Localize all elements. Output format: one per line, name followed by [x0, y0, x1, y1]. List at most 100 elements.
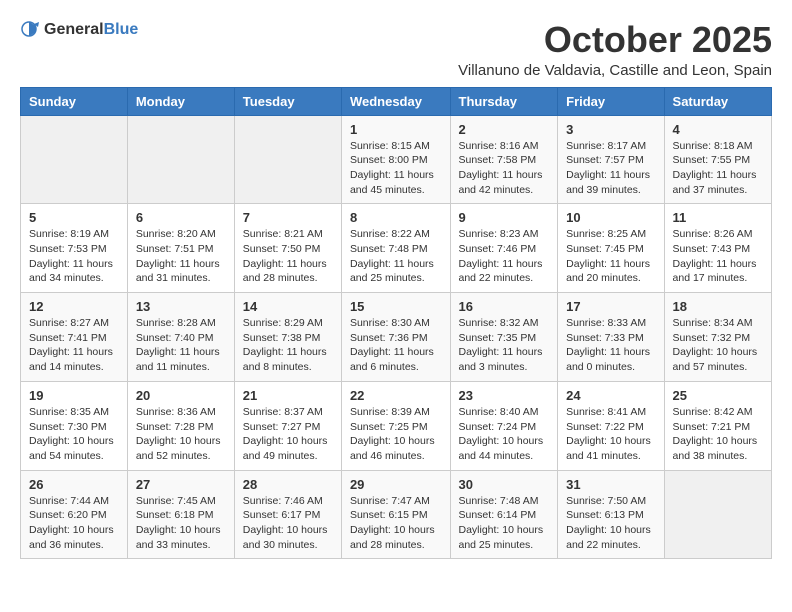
day-info: Sunrise: 7:44 AM Sunset: 6:20 PM Dayligh… — [29, 494, 119, 553]
day-number: 9 — [459, 210, 550, 225]
day-number: 4 — [673, 122, 763, 137]
table-row: 17 Sunrise: 8:33 AM Sunset: 7:33 PM Dayli… — [558, 293, 664, 382]
table-row: 26 Sunrise: 7:44 AM Sunset: 6:20 PM Dayli… — [21, 470, 128, 559]
table-row: 15 Sunrise: 8:30 AM Sunset: 7:36 PM Dayli… — [341, 293, 450, 382]
table-row: 7 Sunrise: 8:21 AM Sunset: 7:50 PM Daylig… — [234, 204, 341, 293]
day-info: Sunrise: 7:50 AM Sunset: 6:13 PM Dayligh… — [566, 494, 655, 553]
day-number: 31 — [566, 477, 655, 492]
table-row: 13Sunrise: 8:28 AM Sunset: 7:40 PM Dayli… — [127, 293, 234, 382]
table-row: 8 Sunrise: 8:22 AM Sunset: 7:48 PM Daylig… — [341, 204, 450, 293]
day-number: 3 — [566, 122, 655, 137]
day-number: 18 — [673, 299, 763, 314]
col-monday: Monday — [127, 87, 234, 115]
day-info: Sunrise: 8:26 AM Sunset: 7:43 PM Dayligh… — [673, 227, 763, 286]
day-number: 17 — [566, 299, 655, 314]
table-row: 28 Sunrise: 7:46 AM Sunset: 6:17 PM Dayli… — [234, 470, 341, 559]
table-row: 27 Sunrise: 7:45 AM Sunset: 6:18 PM Dayli… — [127, 470, 234, 559]
day-number: 26 — [29, 477, 119, 492]
calendar-week-row: 12 Sunrise: 8:27 AM Sunset: 7:41 PM Dayli… — [21, 293, 772, 382]
col-wednesday: Wednesday — [341, 87, 450, 115]
day-info: Sunrise: 8:18 AM Sunset: 7:55 PM Dayligh… — [673, 139, 763, 198]
day-number: 24 — [566, 388, 655, 403]
table-row: 9 Sunrise: 8:23 AM Sunset: 7:46 PM Daylig… — [450, 204, 558, 293]
day-info: Sunrise: 8:27 AM Sunset: 7:41 PM Dayligh… — [29, 316, 119, 375]
day-info: Sunrise: 8:41 AM Sunset: 7:22 PM Dayligh… — [566, 405, 655, 464]
table-row: 3 Sunrise: 8:17 AM Sunset: 7:57 PM Daylig… — [558, 115, 664, 204]
table-row: 4 Sunrise: 8:18 AM Sunset: 7:55 PM Daylig… — [664, 115, 771, 204]
day-info: Sunrise: 8:36 AM Sunset: 7:28 PM Dayligh… — [136, 405, 226, 464]
day-number: 2 — [459, 122, 550, 137]
calendar-week-row: 1Sunrise: 8:15 AM Sunset: 8:00 PM Daylig… — [21, 115, 772, 204]
col-saturday: Saturday — [664, 87, 771, 115]
day-info: Sunrise: 7:47 AM Sunset: 6:15 PM Dayligh… — [350, 494, 442, 553]
day-info: Sunrise: 8:23 AM Sunset: 7:46 PM Dayligh… — [459, 227, 550, 286]
table-row — [234, 115, 341, 204]
day-number: 16 — [459, 299, 550, 314]
logo-icon — [20, 20, 40, 40]
day-number: 19 — [29, 388, 119, 403]
day-info: Sunrise: 8:32 AM Sunset: 7:35 PM Dayligh… — [459, 316, 550, 375]
day-number: 12 — [29, 299, 119, 314]
day-info: Sunrise: 8:22 AM Sunset: 7:48 PM Dayligh… — [350, 227, 442, 286]
day-info: Sunrise: 8:16 AM Sunset: 7:58 PM Dayligh… — [459, 139, 550, 198]
table-row: 25 Sunrise: 8:42 AM Sunset: 7:21 PM Dayli… — [664, 381, 771, 470]
table-row: 10Sunrise: 8:25 AM Sunset: 7:45 PM Dayli… — [558, 204, 664, 293]
day-number: 29 — [350, 477, 442, 492]
day-number: 28 — [243, 477, 333, 492]
day-number: 21 — [243, 388, 333, 403]
day-info: Sunrise: 8:29 AM Sunset: 7:38 PM Dayligh… — [243, 316, 333, 375]
logo-blue: Blue — [104, 21, 139, 38]
day-number: 23 — [459, 388, 550, 403]
logo: GeneralBlue — [20, 20, 138, 40]
table-row: 16 Sunrise: 8:32 AM Sunset: 7:35 PM Dayli… — [450, 293, 558, 382]
header: GeneralBlue October 2025 Villanuno de Va… — [20, 20, 772, 79]
table-row: 29 Sunrise: 7:47 AM Sunset: 6:15 PM Dayli… — [341, 470, 450, 559]
table-row: 19Sunrise: 8:35 AM Sunset: 7:30 PM Dayli… — [21, 381, 128, 470]
table-row — [127, 115, 234, 204]
calendar-week-row: 5 Sunrise: 8:19 AM Sunset: 7:53 PM Daylig… — [21, 204, 772, 293]
day-info: Sunrise: 8:15 AM Sunset: 8:00 PM Dayligh… — [350, 139, 442, 198]
calendar: Sunday Monday Tuesday Wednesday Thursday… — [20, 87, 772, 560]
table-row: 30Sunrise: 7:48 AM Sunset: 6:14 PM Dayli… — [450, 470, 558, 559]
table-row: 20Sunrise: 8:36 AM Sunset: 7:28 PM Dayli… — [127, 381, 234, 470]
location-title: Villanuno de Valdavia, Castille and Leon… — [458, 62, 772, 79]
col-tuesday: Tuesday — [234, 87, 341, 115]
page: GeneralBlue October 2025 Villanuno de Va… — [0, 0, 792, 569]
day-info: Sunrise: 8:42 AM Sunset: 7:21 PM Dayligh… — [673, 405, 763, 464]
day-info: Sunrise: 8:40 AM Sunset: 7:24 PM Dayligh… — [459, 405, 550, 464]
table-row: 11Sunrise: 8:26 AM Sunset: 7:43 PM Dayli… — [664, 204, 771, 293]
col-thursday: Thursday — [450, 87, 558, 115]
day-info: Sunrise: 8:19 AM Sunset: 7:53 PM Dayligh… — [29, 227, 119, 286]
day-info: Sunrise: 8:28 AM Sunset: 7:40 PM Dayligh… — [136, 316, 226, 375]
calendar-week-row: 19Sunrise: 8:35 AM Sunset: 7:30 PM Dayli… — [21, 381, 772, 470]
day-info: Sunrise: 8:30 AM Sunset: 7:36 PM Dayligh… — [350, 316, 442, 375]
day-info: Sunrise: 8:25 AM Sunset: 7:45 PM Dayligh… — [566, 227, 655, 286]
day-number: 5 — [29, 210, 119, 225]
month-title: October 2025 — [458, 20, 772, 60]
table-row: 12 Sunrise: 8:27 AM Sunset: 7:41 PM Dayli… — [21, 293, 128, 382]
table-row — [21, 115, 128, 204]
day-info: Sunrise: 8:37 AM Sunset: 7:27 PM Dayligh… — [243, 405, 333, 464]
day-info: Sunrise: 7:45 AM Sunset: 6:18 PM Dayligh… — [136, 494, 226, 553]
calendar-header-row: Sunday Monday Tuesday Wednesday Thursday… — [21, 87, 772, 115]
day-info: Sunrise: 7:46 AM Sunset: 6:17 PM Dayligh… — [243, 494, 333, 553]
col-sunday: Sunday — [21, 87, 128, 115]
day-number: 8 — [350, 210, 442, 225]
table-row: 2 Sunrise: 8:16 AM Sunset: 7:58 PM Daylig… — [450, 115, 558, 204]
day-number: 15 — [350, 299, 442, 314]
day-number: 25 — [673, 388, 763, 403]
day-info: Sunrise: 7:48 AM Sunset: 6:14 PM Dayligh… — [459, 494, 550, 553]
day-info: Sunrise: 8:17 AM Sunset: 7:57 PM Dayligh… — [566, 139, 655, 198]
day-number: 27 — [136, 477, 226, 492]
logo-general: General — [44, 21, 104, 38]
day-info: Sunrise: 8:21 AM Sunset: 7:50 PM Dayligh… — [243, 227, 333, 286]
table-row: 23 Sunrise: 8:40 AM Sunset: 7:24 PM Dayli… — [450, 381, 558, 470]
day-number: 7 — [243, 210, 333, 225]
col-friday: Friday — [558, 87, 664, 115]
day-number: 14 — [243, 299, 333, 314]
day-info: Sunrise: 8:20 AM Sunset: 7:51 PM Dayligh… — [136, 227, 226, 286]
table-row: 14 Sunrise: 8:29 AM Sunset: 7:38 PM Dayli… — [234, 293, 341, 382]
day-info: Sunrise: 8:33 AM Sunset: 7:33 PM Dayligh… — [566, 316, 655, 375]
table-row: 21 Sunrise: 8:37 AM Sunset: 7:27 PM Dayli… — [234, 381, 341, 470]
table-row: 18Sunrise: 8:34 AM Sunset: 7:32 PM Dayli… — [664, 293, 771, 382]
